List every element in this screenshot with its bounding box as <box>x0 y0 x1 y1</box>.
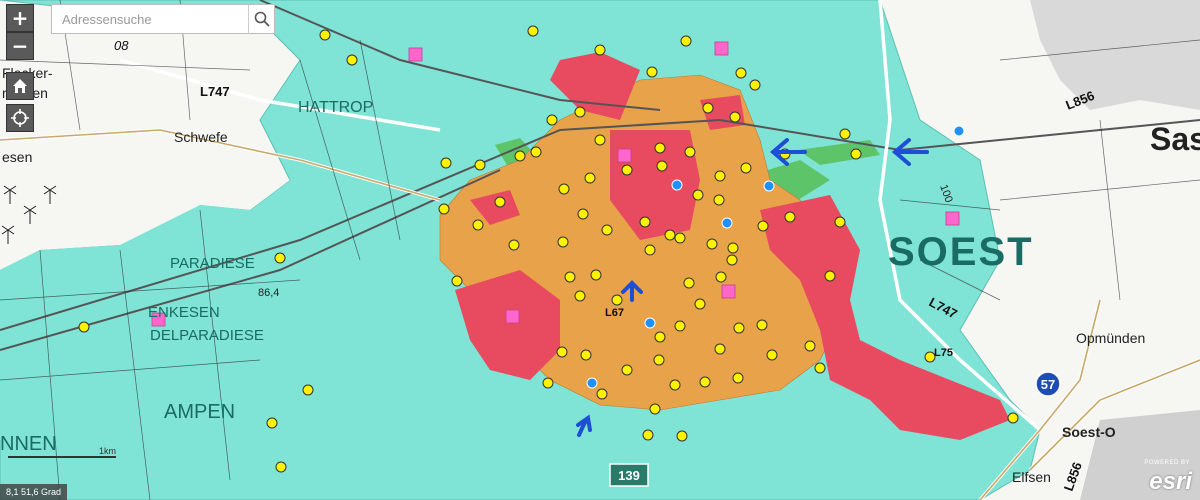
scale-bar: 1km <box>8 446 116 460</box>
search-input[interactable] <box>52 6 248 32</box>
place-label: ENKESEN <box>148 304 220 321</box>
place-label: SOEST <box>888 230 1034 274</box>
search-button[interactable] <box>248 5 274 33</box>
place-label: Opmünden <box>1076 330 1145 346</box>
locate-button[interactable] <box>6 104 34 132</box>
zoom-in-button[interactable]: + <box>6 4 34 32</box>
home-icon <box>13 79 27 93</box>
zoom-out-label: − <box>11 34 29 58</box>
place-label: Elfsen <box>1012 469 1051 485</box>
shield-label: 139 <box>618 468 640 483</box>
scale-bar-line <box>8 456 116 458</box>
coordinate-readout: 8,1 51,6 Grad <box>0 484 68 500</box>
place-label: DELPARADIESE <box>150 327 264 344</box>
place-label: AMPEN <box>164 401 235 423</box>
road-label: L75 <box>934 347 953 359</box>
shield-label: 57 <box>1041 377 1055 392</box>
esri-attribution[interactable]: POWERED BY esri <box>1132 460 1192 496</box>
place-label: PARADIESE <box>170 255 255 272</box>
place-label: esen <box>2 149 32 165</box>
autobahn-shield: 57 <box>1035 371 1061 397</box>
address-search <box>51 4 275 34</box>
zoom-in-label: + <box>11 6 29 30</box>
search-icon <box>254 11 270 27</box>
road-shield: 139 <box>609 463 649 487</box>
place-label: Sas <box>1150 121 1200 157</box>
place-label: Soest-O <box>1062 424 1116 440</box>
place-label: Schwefe <box>174 129 228 145</box>
misc-label: 86,4 <box>258 287 279 299</box>
powered-by-text: POWERED BY <box>1144 460 1190 466</box>
esri-logo: esri <box>1149 468 1192 495</box>
place-label: HATTROP <box>298 99 373 116</box>
locate-icon <box>11 109 29 127</box>
zoom-out-button[interactable]: − <box>6 32 34 60</box>
road-label: L747 <box>200 84 230 99</box>
home-button[interactable] <box>6 72 34 100</box>
road-label: 08 <box>114 38 129 53</box>
road-label: L67 <box>605 307 624 319</box>
scale-bar-label: 1km <box>98 446 116 456</box>
map-canvas[interactable]: HATTROP PARADIESE ENKESEN DELPARADIESE A… <box>0 0 1200 500</box>
